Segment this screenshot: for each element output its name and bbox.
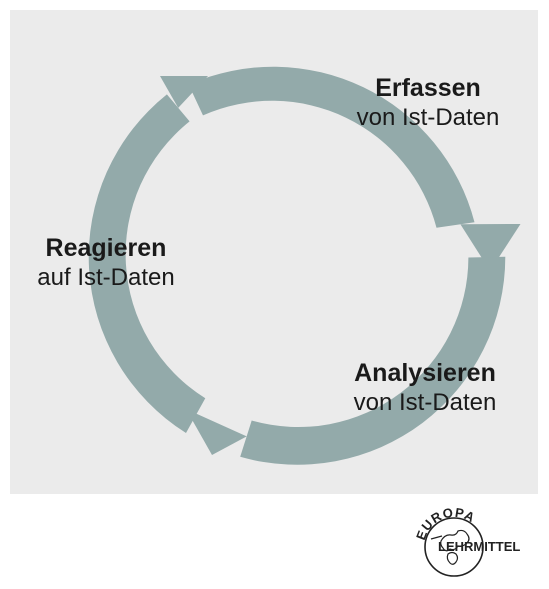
step-title: Reagieren [45,234,167,262]
step-subtitle: von Ist-Daten [353,389,497,416]
logo-bottom-text: LEHRMITTEL [438,539,520,554]
step-analysieren: Analysieren von Ist-Daten [327,358,523,418]
step-subtitle: von Ist-Daten [356,104,500,131]
step-title: Erfassen [375,74,481,102]
step-reagieren: Reagieren auf Ist-Daten [8,233,204,293]
europa-lehrmittel-logo: EUROPA LEHRMITTEL [413,505,520,577]
step-title: Analysieren [354,359,496,387]
step-subtitle: auf Ist-Daten [37,264,175,291]
step-erfassen: Erfassen von Ist-Daten [330,73,526,133]
